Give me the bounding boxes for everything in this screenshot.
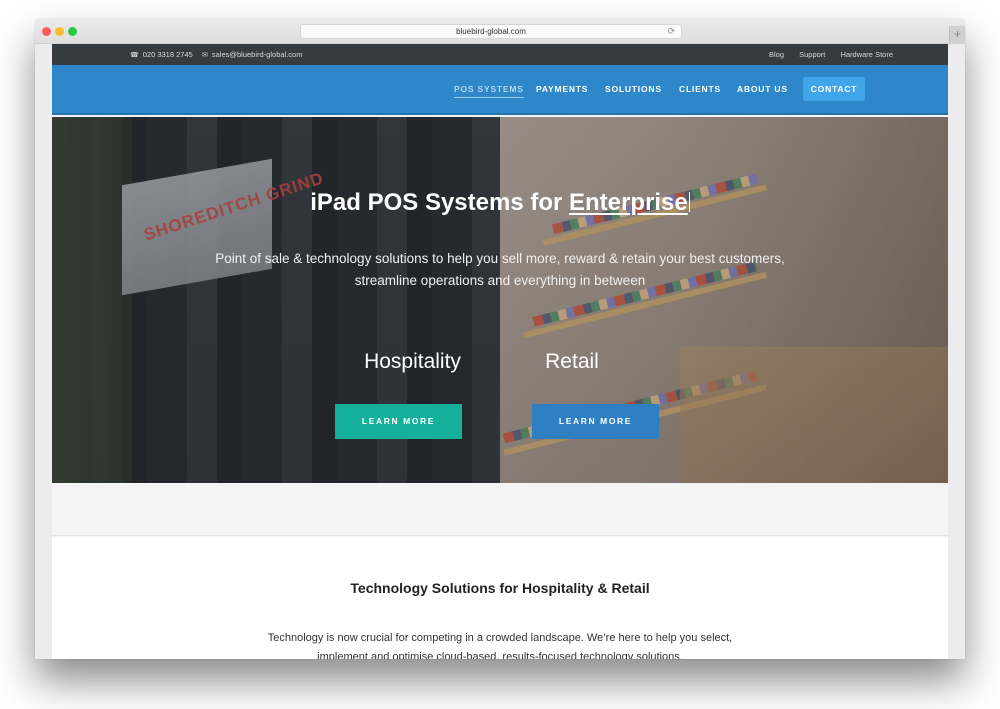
utility-links: Blog Support Hardware Store [756, 44, 893, 65]
hardware-store-link[interactable]: Hardware Store [840, 50, 893, 59]
page-viewport: ☎ 020 3318 2745 ✉ sales@bluebird-global.co… [52, 44, 948, 659]
utility-bar: ☎ 020 3318 2745 ✉ sales@bluebird-global.co… [52, 44, 948, 65]
hero-title-prefix: iPad POS Systems for [310, 189, 570, 216]
maximize-window-button[interactable] [68, 27, 77, 36]
nav-clients[interactable]: CLIENTS [679, 65, 721, 113]
email-link[interactable]: ✉ sales@bluebird-global.com [202, 44, 302, 66]
hero-subtitle-line: streamline operations and everything in … [354, 273, 646, 288]
reload-icon[interactable]: ⟳ [667, 25, 675, 38]
url-text: bluebird-global.com [456, 27, 526, 36]
browser-window: bluebird-global.com ⟳ + ☎ 020 3318 2745 ✉… [35, 19, 965, 659]
hospitality-learn-more-button[interactable]: LEARN MORE [335, 404, 462, 439]
blog-link[interactable]: Blog [769, 50, 784, 59]
contact-button[interactable]: CONTACT [803, 77, 865, 101]
hero-subtitle: Point of sale & technology solutions to … [192, 248, 808, 292]
retail-heading: Retail [545, 350, 599, 373]
section-spacer [52, 483, 948, 536]
new-tab-button[interactable]: + [949, 26, 965, 44]
phone-icon: ☎ [130, 52, 139, 59]
intro-section: Technology Solutions for Hospitality & R… [52, 537, 948, 659]
nav-about-us[interactable]: ABOUT US [737, 65, 788, 113]
main-nav: POS SYSTEMS PAYMENTS SOLUTIONS CLIENTS A… [52, 65, 948, 115]
intro-title: Technology Solutions for Hospitality & R… [350, 580, 650, 596]
nav-solutions[interactable]: SOLUTIONS [605, 65, 662, 113]
hero-title-highlight: Enterprise [569, 189, 688, 216]
hero-title: iPad POS Systems for Enterprise [52, 189, 948, 217]
wood-floor [680, 347, 948, 483]
typing-cursor [688, 192, 690, 212]
hero-banner: SHOREDITCH GRIND iPad POS Systems for En… [52, 117, 948, 483]
envelope-icon: ✉ [202, 52, 208, 59]
close-window-button[interactable] [42, 27, 51, 36]
phone-number: 020 3318 2745 [142, 50, 193, 59]
tree-shape [52, 117, 132, 483]
email-address: sales@bluebird-global.com [211, 50, 303, 59]
phone-link[interactable]: ☎ 020 3318 2745 [130, 44, 193, 66]
hero-subtitle-line: Point of sale & technology solutions to … [215, 251, 785, 266]
nav-payments[interactable]: PAYMENTS [536, 65, 588, 113]
nav-pos-systems[interactable]: POS SYSTEMS [454, 65, 524, 113]
intro-body: Technology is now crucial for competing … [240, 629, 760, 659]
retail-learn-more-button[interactable]: LEARN MORE [532, 404, 659, 439]
minimize-window-button[interactable] [55, 27, 64, 36]
support-link[interactable]: Support [799, 50, 825, 59]
address-bar[interactable]: bluebird-global.com ⟳ [300, 24, 682, 39]
intro-body-line: Technology is now crucial for competing … [267, 632, 733, 644]
browser-titlebar: bluebird-global.com ⟳ + [35, 19, 965, 44]
intro-body-line: implement and optimise cloud-based, resu… [317, 651, 683, 659]
hospitality-heading: Hospitality [364, 350, 461, 373]
